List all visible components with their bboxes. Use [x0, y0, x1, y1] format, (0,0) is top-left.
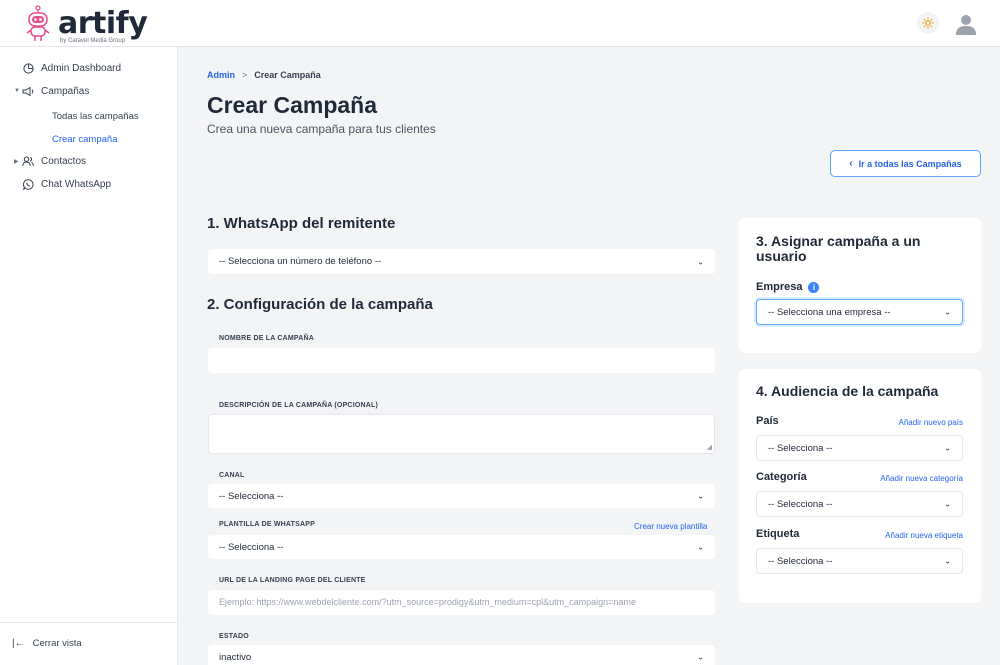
section-assign-title: 3. Asignar campaña a un usuario [756, 233, 921, 264]
channel-label: CANAL [219, 472, 245, 479]
sidebar-item-admin-dashboard[interactable]: Admin Dashboard [22, 58, 121, 78]
whatsapp-template-select[interactable]: -- Selecciona -- ⌄ [208, 535, 715, 559]
channel-value: -- Selecciona -- [219, 490, 284, 502]
sun-icon [922, 17, 934, 29]
breadcrumb-separator: > [242, 70, 248, 80]
sidebar-item-label: Chat WhatsApp [41, 178, 112, 190]
theme-toggle-button[interactable] [917, 12, 939, 34]
collapse-label: Cerrar vista [32, 638, 82, 649]
campaign-description-label: DESCRIPCIÓN DE LA CAMPAÑA (OPCIONAL) [219, 402, 378, 409]
chevron-down-icon: ⌄ [944, 443, 951, 453]
caret-down-icon[interactable]: ▼ [14, 88, 20, 94]
sidebar-item-contacts[interactable]: Contactos [22, 151, 86, 171]
chevron-down-icon: ⌄ [697, 491, 704, 501]
sidebar-item-label: Contactos [41, 155, 87, 167]
chevron-left-icon: ‹ [849, 158, 853, 169]
users-icon [22, 155, 34, 167]
info-icon[interactable]: i [808, 281, 820, 293]
page-subtitle: Crea una nueva campaña para tus clientes [207, 122, 436, 136]
category-select[interactable]: -- Selecciona -- ⌄ [756, 491, 963, 517]
channel-select[interactable]: -- Selecciona -- ⌄ [208, 484, 715, 508]
back-button-label: Ir a todas las Campañas [858, 158, 962, 169]
tag-select[interactable]: -- Selecciona -- ⌄ [756, 548, 963, 574]
page-title: Crear Campaña [207, 92, 378, 118]
brand-subtitle: by Caravel Media Group [60, 38, 126, 44]
campaign-name-input[interactable] [208, 348, 715, 373]
landing-url-label: URL DE LA LANDING PAGE DEL CLIENTE [219, 577, 366, 584]
phone-number-value: -- Selecciona un número de teléfono -- [219, 256, 382, 267]
company-label-row: Empresa i [756, 281, 820, 293]
add-country-link[interactable]: Añadir nuevo país [899, 418, 964, 427]
category-value: -- Selecciona -- [768, 498, 833, 510]
country-select[interactable]: -- Selecciona -- ⌄ [756, 435, 963, 461]
country-value: -- Selecciona -- [768, 442, 833, 454]
sidebar-footer: |← Cerrar vista [0, 622, 177, 665]
status-value: inactivo [219, 651, 252, 663]
add-tag-link[interactable]: Añadir nueva etiqueta [885, 531, 963, 540]
campaign-description-textarea[interactable]: ◢ [208, 414, 715, 454]
status-select[interactable]: inactivo ⌄ [208, 645, 715, 665]
chevron-down-icon: ⌄ [697, 542, 704, 552]
landing-url-placeholder: Ejemplo: https://www.webdelcliente.com/?… [219, 597, 636, 607]
whatsapp-icon [22, 178, 34, 190]
brand-name: artify [58, 6, 148, 41]
template-value: -- Selecciona -- [219, 541, 284, 553]
country-label: País [756, 415, 779, 427]
category-label: Categoría [756, 471, 807, 483]
company-value: -- Selecciona una empresa -- [768, 306, 891, 318]
top-bar: artify by Caravel Media Group [0, 0, 1000, 47]
resize-handle-icon[interactable]: ◢ [707, 443, 712, 451]
collapse-sidebar-button[interactable]: |← Cerrar vista [12, 638, 82, 649]
sidebar-item-campaigns[interactable]: Campañas [22, 81, 89, 101]
sidebar-item-label: Campañas [41, 85, 90, 97]
user-avatar-icon[interactable] [954, 12, 978, 36]
assign-user-card: 3. Asignar campaña a un usuario Empresa i… [739, 218, 981, 353]
phone-number-select[interactable]: -- Selecciona un número de teléfono -- ⌄ [208, 249, 715, 274]
section-audience-title: 4. Audiencia de la campaña [756, 383, 939, 399]
caret-right-icon[interactable]: ▶ [14, 158, 19, 165]
status-label: ESTADO [219, 633, 249, 640]
tag-label: Etiqueta [756, 528, 800, 540]
brand-logo[interactable]: artify by Caravel Media Group [24, 5, 148, 44]
create-template-link[interactable]: Crear nueva plantilla [634, 522, 707, 531]
go-to-all-campaigns-button[interactable]: ‹ Ir a todas las Campañas [830, 150, 981, 177]
sidebar-item-label: Admin Dashboard [41, 62, 122, 74]
audience-card: 4. Audiencia de la campaña País Añadir n… [739, 369, 981, 603]
breadcrumb-admin-link[interactable]: Admin [207, 70, 235, 80]
chevron-down-icon: ⌄ [944, 556, 951, 566]
section-sender-title: 1. WhatsApp del remitente [207, 215, 396, 232]
sidebar-item-create-campaign[interactable]: Crear campaña [52, 134, 117, 145]
chevron-down-icon: ⌄ [944, 499, 951, 509]
campaign-name-label: NOMBRE DE LA CAMPAÑA [219, 335, 314, 342]
breadcrumb: Admin > Crear Campaña [207, 70, 321, 80]
chevron-down-icon: ⌄ [697, 257, 704, 266]
section-config-title: 2. Configuración de la campaña [207, 296, 433, 313]
sidebar-item-whatsapp-chat[interactable]: Chat WhatsApp [22, 174, 111, 194]
chevron-down-icon: ⌄ [697, 652, 704, 662]
megaphone-icon [22, 85, 34, 97]
collapse-arrow-icon: |← [12, 638, 25, 649]
add-category-link[interactable]: Añadir nueva categoría [880, 474, 963, 483]
robot-logo-icon [26, 5, 50, 41]
whatsapp-template-label: PLANTILLA DE WHATSAPP [219, 521, 315, 528]
company-select[interactable]: -- Selecciona una empresa -- ⌄ [756, 299, 963, 325]
company-label: Empresa [756, 281, 803, 293]
chevron-down-icon: ⌄ [944, 307, 951, 317]
sidebar-item-all-campaigns[interactable]: Todas las campañas [52, 111, 139, 122]
sidebar: Admin Dashboard ▼ Campañas Todas las cam… [0, 47, 178, 665]
tag-value: -- Selecciona -- [768, 555, 833, 567]
pie-chart-icon [22, 62, 34, 74]
breadcrumb-current: Crear Campaña [254, 70, 321, 80]
